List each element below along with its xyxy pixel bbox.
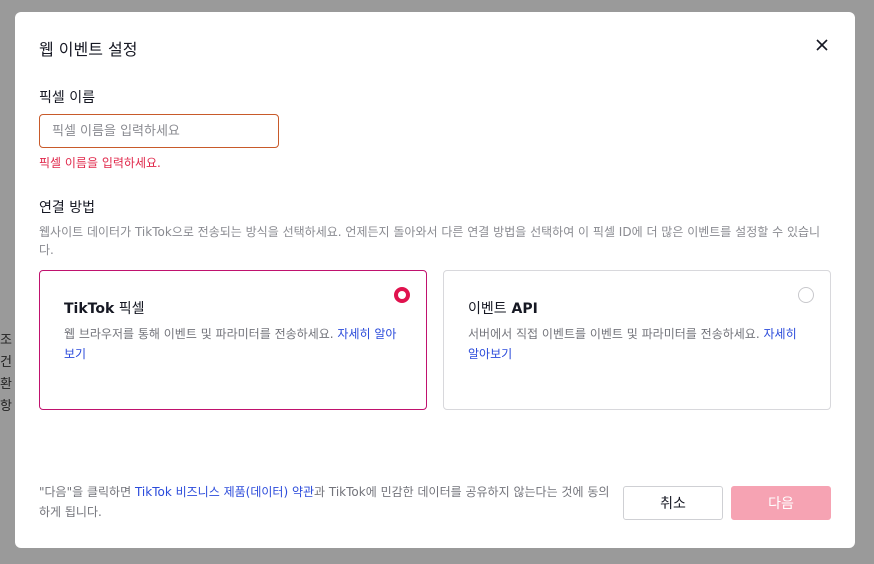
background-fragment: 환 — [0, 377, 12, 392]
pixel-name-error: 픽셀 이름을 입력하세요. — [39, 156, 161, 170]
terms-notice: "다음"을 클릭하면 TikTok 비즈니스 제품(데이터) 약관과 TikTo… — [39, 482, 615, 522]
pixel-name-input[interactable] — [39, 114, 279, 148]
option-events-api-card[interactable]: 이벤트 API 서버에서 직접 이벤트를 이벤트 및 파라미터를 전송하세요. … — [443, 270, 831, 410]
option-title-ko: 픽셀 — [114, 301, 145, 317]
option-title-en: TikTok — [64, 301, 115, 317]
background-fragment: 조건 — [0, 333, 12, 370]
terms-link[interactable]: TikTok 비즈니스 제품(데이터) 약관 — [135, 485, 314, 499]
option-title-ko: 이벤트 — [468, 301, 507, 317]
option-description: 웹 브라우저를 통해 이벤트 및 파라미터를 전송하세요. 자세히 알아보기 — [64, 324, 400, 364]
connection-method-label: 연결 방법 — [39, 200, 95, 216]
option-description-text: 웹 브라우저를 통해 이벤트 및 파라미터를 전송하세요. — [64, 327, 334, 341]
option-title-en: API — [506, 301, 538, 317]
pixel-name-label: 픽셀 이름 — [39, 90, 95, 106]
connection-method-description: 웹사이트 데이터가 TikTok으로 전송되는 방식을 선택하세요. 언제든지 … — [39, 225, 821, 257]
modal-title: 웹 이벤트 설정 — [39, 40, 138, 59]
radio-unselected-icon[interactable] — [798, 287, 814, 303]
cancel-button[interactable]: 취소 — [623, 486, 723, 520]
background-fragment: 항 — [0, 399, 12, 414]
next-button[interactable]: 다음 — [731, 486, 831, 520]
close-icon — [816, 39, 828, 51]
option-title: 이벤트 API — [468, 298, 538, 318]
web-event-setup-modal: 웹 이벤트 설정 픽셀 이름 픽셀 이름을 입력하세요. 연결 방법 웹사이트 … — [15, 12, 855, 548]
option-title: TikTok 픽셀 — [64, 298, 145, 318]
close-button[interactable] — [813, 36, 831, 54]
option-description-text: 서버에서 직접 이벤트를 이벤트 및 파라미터를 전송하세요. — [468, 327, 760, 341]
option-description: 서버에서 직접 이벤트를 이벤트 및 파라미터를 전송하세요. 자세히 알아보기 — [468, 324, 804, 364]
background-page-fragments: 조건 환 항 — [0, 330, 14, 418]
radio-selected-icon[interactable] — [394, 287, 410, 303]
option-tiktok-pixel-card[interactable]: TikTok 픽셀 웹 브라우저를 통해 이벤트 및 파라미터를 전송하세요. … — [39, 270, 427, 410]
terms-text-before: "다음"을 클릭하면 — [39, 485, 135, 499]
